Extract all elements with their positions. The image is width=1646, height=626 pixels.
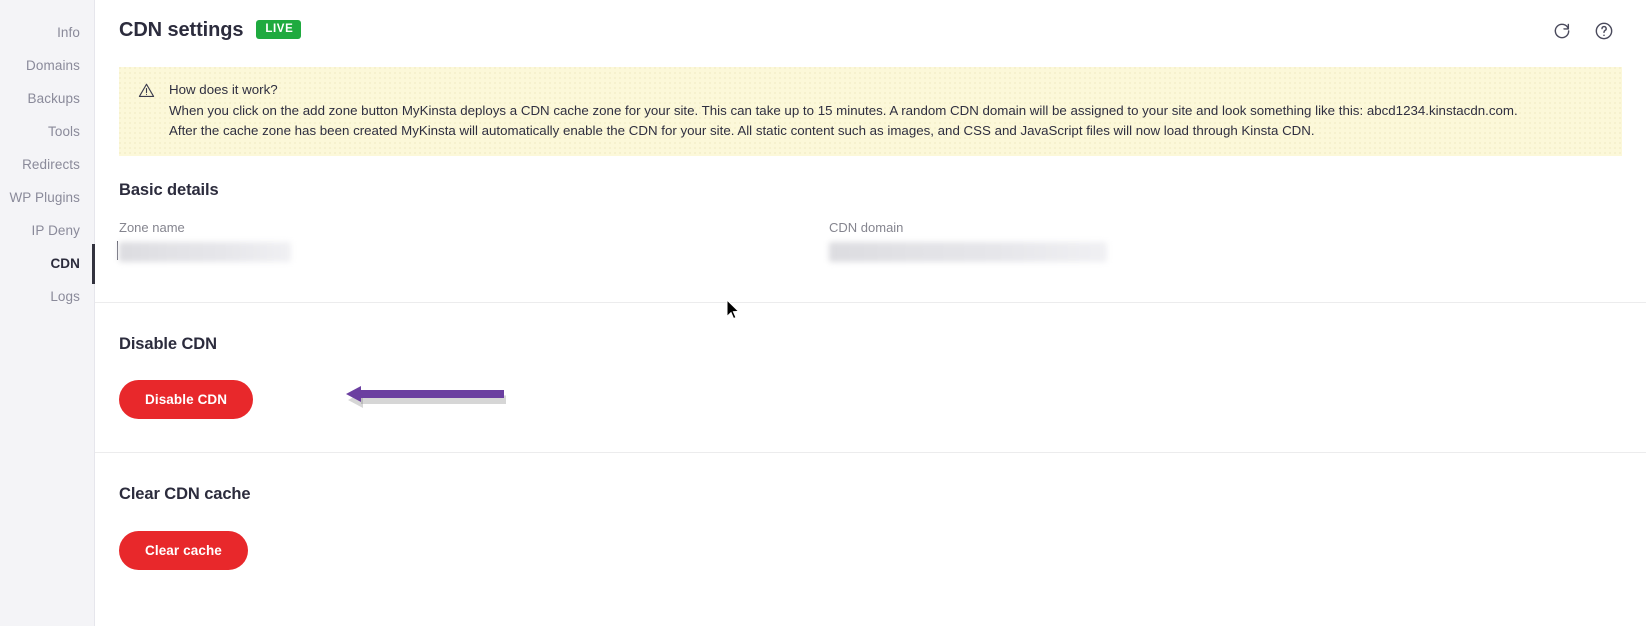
sidebar-item-label: Info: [57, 25, 80, 40]
sidebar-item-label: Domains: [26, 58, 80, 73]
header-actions: [1552, 18, 1622, 41]
section-title-clear-cdn-cache: Clear CDN cache: [119, 484, 251, 503]
page-header: CDN settings LIVE: [95, 0, 1646, 42]
help-circle-icon[interactable]: [1594, 21, 1614, 41]
zone-name-input[interactable]: [117, 240, 829, 264]
field-cdn-domain: CDN domain: [829, 220, 1539, 264]
sidebar: Info Domains Backups Tools Redirects WP …: [0, 0, 95, 626]
main-content: CDN settings LIVE How does it work? When…: [95, 0, 1646, 626]
sidebar-item-label: CDN: [50, 256, 80, 271]
sidebar-item-label: Tools: [47, 124, 80, 139]
sidebar-item-info[interactable]: Info: [0, 16, 94, 49]
sidebar-item-tools[interactable]: Tools: [0, 115, 94, 148]
notice-heading: How does it work?: [169, 82, 278, 97]
notice-text: How does it work? When you click on the …: [169, 80, 1518, 142]
sidebar-item-logs[interactable]: Logs: [0, 280, 94, 313]
sidebar-item-label: Logs: [50, 289, 80, 304]
sidebar-item-label: WP Plugins: [9, 190, 80, 205]
field-label: Zone name: [119, 219, 185, 235]
sidebar-item-domains[interactable]: Domains: [0, 49, 94, 82]
basic-details-section: Basic details Zone name CDN domain: [95, 156, 1646, 264]
sidebar-item-ip-deny[interactable]: IP Deny: [0, 214, 94, 247]
sidebar-item-label: Redirects: [22, 157, 80, 172]
sidebar-item-label: IP Deny: [31, 223, 80, 238]
notice-line-3: After the cache zone has been created My…: [169, 123, 1315, 138]
cdn-domain-value: [829, 241, 1539, 264]
disable-cdn-button[interactable]: Disable CDN: [119, 379, 254, 419]
sidebar-item-redirects[interactable]: Redirects: [0, 148, 94, 181]
notice-line-2: When you click on the add zone button My…: [169, 102, 1518, 118]
text-caret: [117, 240, 118, 260]
field-label: CDN domain: [829, 219, 904, 235]
cdn-settings-page: Info Domains Backups Tools Redirects WP …: [0, 0, 1646, 626]
warning-triangle-icon: [138, 80, 169, 104]
basic-details-fields: Zone name CDN domain: [117, 219, 1622, 264]
section-title-disable-cdn: Disable CDN: [119, 334, 217, 353]
section-title-basic-details: Basic details: [119, 180, 219, 199]
sidebar-item-cdn[interactable]: CDN: [0, 244, 95, 284]
clear-cache-button[interactable]: Clear cache: [119, 530, 248, 570]
sidebar-item-label: Backups: [27, 91, 80, 106]
page-title: CDN settings: [119, 19, 244, 41]
sidebar-item-wp-plugins[interactable]: WP Plugins: [0, 181, 94, 214]
info-notice: How does it work? When you click on the …: [119, 67, 1622, 156]
status-badge: LIVE: [256, 20, 302, 39]
clear-cache-section: Clear CDN cache Clear cache: [95, 453, 1646, 570]
field-zone-name: Zone name: [117, 219, 829, 264]
sidebar-item-backups[interactable]: Backups: [0, 82, 94, 115]
redacted-value: [829, 241, 1107, 262]
refresh-icon[interactable]: [1552, 21, 1572, 41]
disable-cdn-section: Disable CDN Disable CDN: [95, 303, 1646, 419]
redacted-value: [119, 241, 291, 262]
